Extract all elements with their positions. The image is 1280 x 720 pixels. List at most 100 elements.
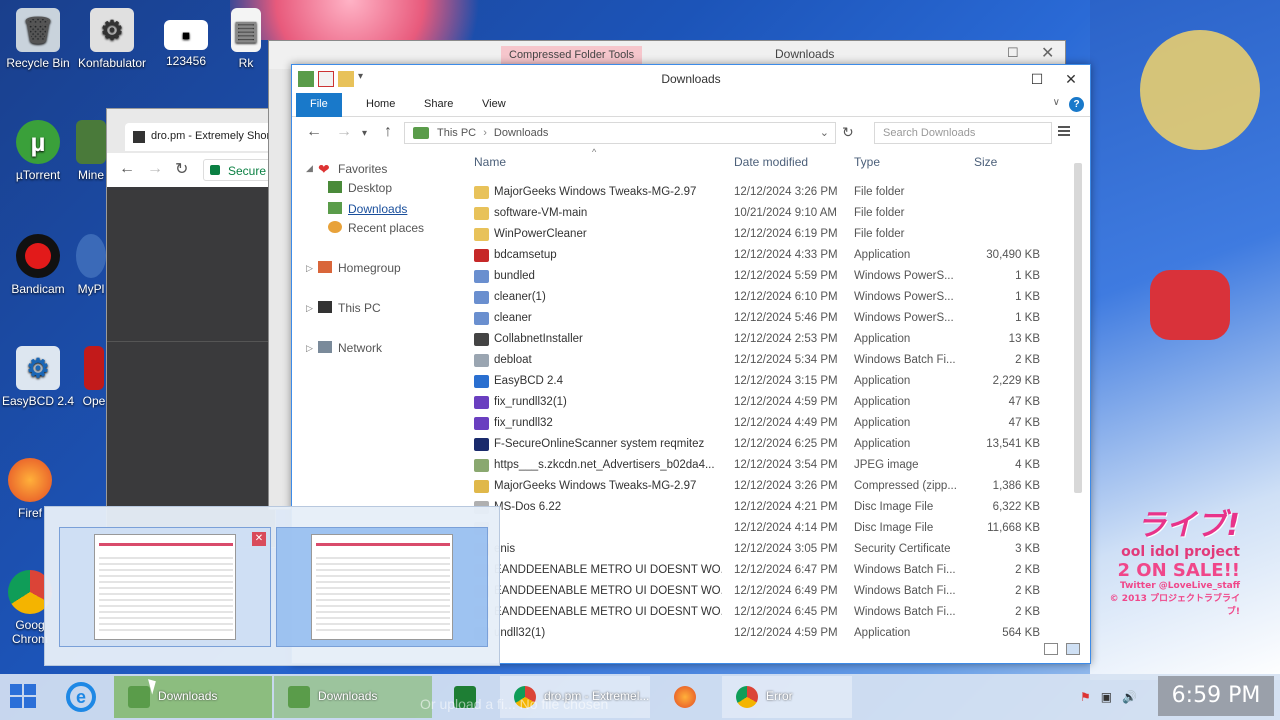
chevron-down-icon[interactable]: ⌄ bbox=[820, 126, 829, 139]
nav-desktop[interactable]: Desktop bbox=[328, 181, 392, 199]
file-row[interactable]: https___s.zkcdn.net_Advertisers_b02da4..… bbox=[464, 456, 1064, 477]
refresh-icon[interactable]: ↻ bbox=[842, 124, 854, 141]
file-row[interactable]: cleaner(1) 12/12/2024 6:10 PM Windows Powe… bbox=[464, 288, 1064, 309]
maximize-button[interactable]: ☐ bbox=[1022, 67, 1052, 91]
file-name: MajorGeeks Windows Tweaks-MG-2.97 bbox=[494, 480, 697, 492]
desktop-icon-123456[interactable]: ▪ 123456 bbox=[148, 20, 224, 68]
file-row[interactable]: bdcamsetup 12/12/2024 4:33 PM Application 3… bbox=[464, 246, 1064, 267]
column-header-date[interactable]: Date modified bbox=[734, 155, 808, 169]
file-row[interactable]: software-VM-main 10/21/2024 9:10 AM File f… bbox=[464, 204, 1064, 225]
file-row[interactable]: fix_rundll32(1) 12/12/2024 4:59 PM Applica… bbox=[464, 393, 1064, 414]
taskbar-item-firefox[interactable] bbox=[660, 676, 714, 718]
security-alert-icon[interactable]: ⚑ bbox=[1080, 690, 1091, 704]
chrome-window-background[interactable]: dro.pm - Extremely Short ← → ↻ Secure bbox=[106, 108, 276, 548]
clock[interactable]: 6:59 PM bbox=[1158, 676, 1274, 716]
lock-icon bbox=[210, 165, 220, 175]
taskbar-item-chrome-error[interactable]: Error bbox=[722, 676, 852, 718]
file-row[interactable]: cleaner 12/12/2024 5:46 PM Windows PowerS.… bbox=[464, 309, 1064, 330]
column-header-type[interactable]: Type bbox=[854, 155, 880, 169]
desktop-icon-bandicam[interactable]: Bandicam bbox=[0, 234, 76, 296]
file-size: 13 KB bbox=[1008, 333, 1040, 345]
file-size: 2 KB bbox=[1015, 354, 1040, 366]
file-size: 30,490 KB bbox=[986, 249, 1040, 261]
nav-this-pc[interactable]: This PC bbox=[318, 301, 381, 319]
file-row[interactable]: undll32(1) 12/12/2024 4:59 PM Application 5… bbox=[464, 624, 1064, 645]
file-type: JPEG image bbox=[854, 459, 919, 471]
file-row[interactable]: EANDDEENABLE METRO UI DOESNT WO... 12/12/… bbox=[464, 582, 1064, 603]
thumbnail-downloads-1[interactable]: ✕ bbox=[59, 527, 271, 647]
tab-file[interactable]: File bbox=[296, 93, 342, 117]
desktop-icon-konfabulator[interactable]: ⚙ Konfabulator bbox=[74, 8, 150, 70]
close-icon[interactable]: ✕ bbox=[1041, 43, 1054, 63]
close-button[interactable]: ✕ bbox=[1056, 67, 1086, 91]
breadcrumb-thispc[interactable]: This PC bbox=[437, 127, 476, 139]
desktop-icon-easybcd[interactable]: ⚙ EasyBCD 2.4 bbox=[0, 346, 76, 408]
file-row[interactable]: bundled 12/12/2024 5:59 PM Windows PowerS.… bbox=[464, 267, 1064, 288]
file-row[interactable]: MajorGeeks Windows Tweaks-MG-2.97 12/12/2… bbox=[464, 183, 1064, 204]
forward-arrow-icon[interactable]: → bbox=[336, 123, 352, 141]
taskbar-item-downloads-1[interactable]: Downloads bbox=[114, 676, 272, 718]
details-view-icon[interactable] bbox=[1044, 643, 1058, 655]
large-icons-view-icon[interactable] bbox=[1066, 643, 1080, 655]
reload-icon[interactable]: ↻ bbox=[175, 159, 188, 179]
taskbar-item-downloads-2[interactable]: Downloads bbox=[274, 676, 432, 718]
file-row[interactable]: EasyBCD 2.4 12/12/2024 3:15 PM Application… bbox=[464, 372, 1064, 393]
nav-homegroup[interactable]: Homegroup bbox=[318, 261, 401, 279]
file-row[interactable]: enis 12/12/2024 3:05 PM Security Certifica… bbox=[464, 540, 1064, 561]
column-header-name[interactable]: Name bbox=[474, 155, 506, 169]
nav-favorites[interactable]: ❤ Favorites bbox=[318, 161, 387, 179]
forward-arrow-icon[interactable]: → bbox=[147, 160, 163, 178]
desktop-icon-rk[interactable]: ▤ Rk bbox=[226, 8, 266, 70]
close-icon[interactable]: ✕ bbox=[252, 532, 266, 546]
omnibox[interactable]: Secure bbox=[203, 159, 273, 181]
expand-caret-icon[interactable]: ▷ bbox=[306, 343, 313, 354]
expand-caret-icon[interactable]: ▷ bbox=[306, 263, 313, 274]
tab-view[interactable]: View bbox=[468, 93, 520, 117]
hamburger-menu-icon[interactable] bbox=[1058, 126, 1070, 136]
chrome-tab[interactable]: dro.pm - Extremely Short bbox=[125, 123, 275, 151]
ribbon-expand-icon[interactable]: ∨ bbox=[1053, 97, 1060, 108]
nav-network[interactable]: Network bbox=[318, 341, 382, 359]
file-row[interactable]: WinPowerCleaner 12/12/2024 6:19 PM File fo… bbox=[464, 225, 1064, 246]
breadcrumb-downloads[interactable]: Downloads bbox=[494, 127, 548, 139]
file-type: Security Certificate bbox=[854, 543, 951, 555]
file-row[interactable]: F-SecureOnlineScanner system reqmitez 12/… bbox=[464, 435, 1064, 456]
file-row[interactable]: debloat 12/12/2024 5:34 PM Windows Batch F… bbox=[464, 351, 1064, 372]
column-header-size[interactable]: Size bbox=[974, 155, 997, 169]
thumbnail-downloads-2[interactable] bbox=[276, 527, 488, 647]
expand-caret-icon[interactable]: ▷ bbox=[306, 303, 313, 314]
network-icon[interactable]: ▣ bbox=[1101, 690, 1112, 704]
tab-share[interactable]: Share bbox=[410, 93, 467, 117]
file-size: 6,322 KB bbox=[992, 501, 1040, 513]
vertical-scrollbar[interactable] bbox=[1074, 163, 1082, 493]
file-row[interactable]: EANDDEENABLE METRO UI DOESNT WO... 12/12/… bbox=[464, 561, 1064, 582]
file-row[interactable]: CollabnetInstaller 12/12/2024 2:53 PM Appl… bbox=[464, 330, 1064, 351]
context-tab-compressed[interactable]: Compressed Folder Tools bbox=[501, 46, 643, 66]
file-row[interactable]: MS-Dos 6.22 12/12/2024 4:21 PM Disc Image … bbox=[464, 498, 1064, 519]
maximize-icon[interactable]: ☐ bbox=[1007, 45, 1019, 61]
desktop-icon-ope[interactable]: Ope bbox=[80, 346, 108, 408]
desktop-icon-mine[interactable]: Mine bbox=[74, 120, 108, 182]
nav-downloads[interactable]: Downloads bbox=[328, 202, 407, 220]
desktop-icon-recycle-bin[interactable]: 🗑 Recycle Bin bbox=[0, 8, 76, 70]
file-row[interactable]: 12/12/2024 4:14 PM Disc Image File 11,668 … bbox=[464, 519, 1064, 540]
file-row[interactable]: MajorGeeks Windows Tweaks-MG-2.97 12/12/2… bbox=[464, 477, 1064, 498]
internet-explorer-icon[interactable]: e bbox=[66, 682, 96, 712]
nav-recent-places[interactable]: Recent places bbox=[328, 221, 424, 239]
help-icon[interactable]: ? bbox=[1069, 97, 1084, 112]
desktop-icon-mypl[interactable]: MyPl bbox=[74, 234, 108, 296]
volume-icon[interactable]: 🔊 bbox=[1122, 690, 1137, 704]
back-arrow-icon[interactable]: ← bbox=[119, 160, 135, 178]
recent-locations-icon[interactable]: ▾ bbox=[362, 128, 367, 139]
file-row[interactable]: EANDDEENABLE METRO UI DOESNT WO... 12/12/… bbox=[464, 603, 1064, 624]
address-bar[interactable]: This PC › Downloads ⌄ bbox=[404, 122, 836, 144]
back-arrow-icon[interactable]: ← bbox=[306, 123, 322, 141]
tab-home[interactable]: Home bbox=[352, 93, 409, 117]
file-row[interactable]: fix_rundll32 12/12/2024 4:49 PM Applicatio… bbox=[464, 414, 1064, 435]
wallpaper-copyright: © 2013 プロジェクトラブライブ! bbox=[1109, 594, 1240, 617]
search-input[interactable]: Search Downloads bbox=[874, 122, 1052, 144]
start-button[interactable] bbox=[10, 684, 38, 710]
up-arrow-icon[interactable]: ↑ bbox=[384, 123, 392, 141]
desktop-icon-utorrent[interactable]: µ µTorrent bbox=[0, 120, 76, 182]
collapse-caret-icon[interactable]: ◢ bbox=[306, 163, 313, 174]
